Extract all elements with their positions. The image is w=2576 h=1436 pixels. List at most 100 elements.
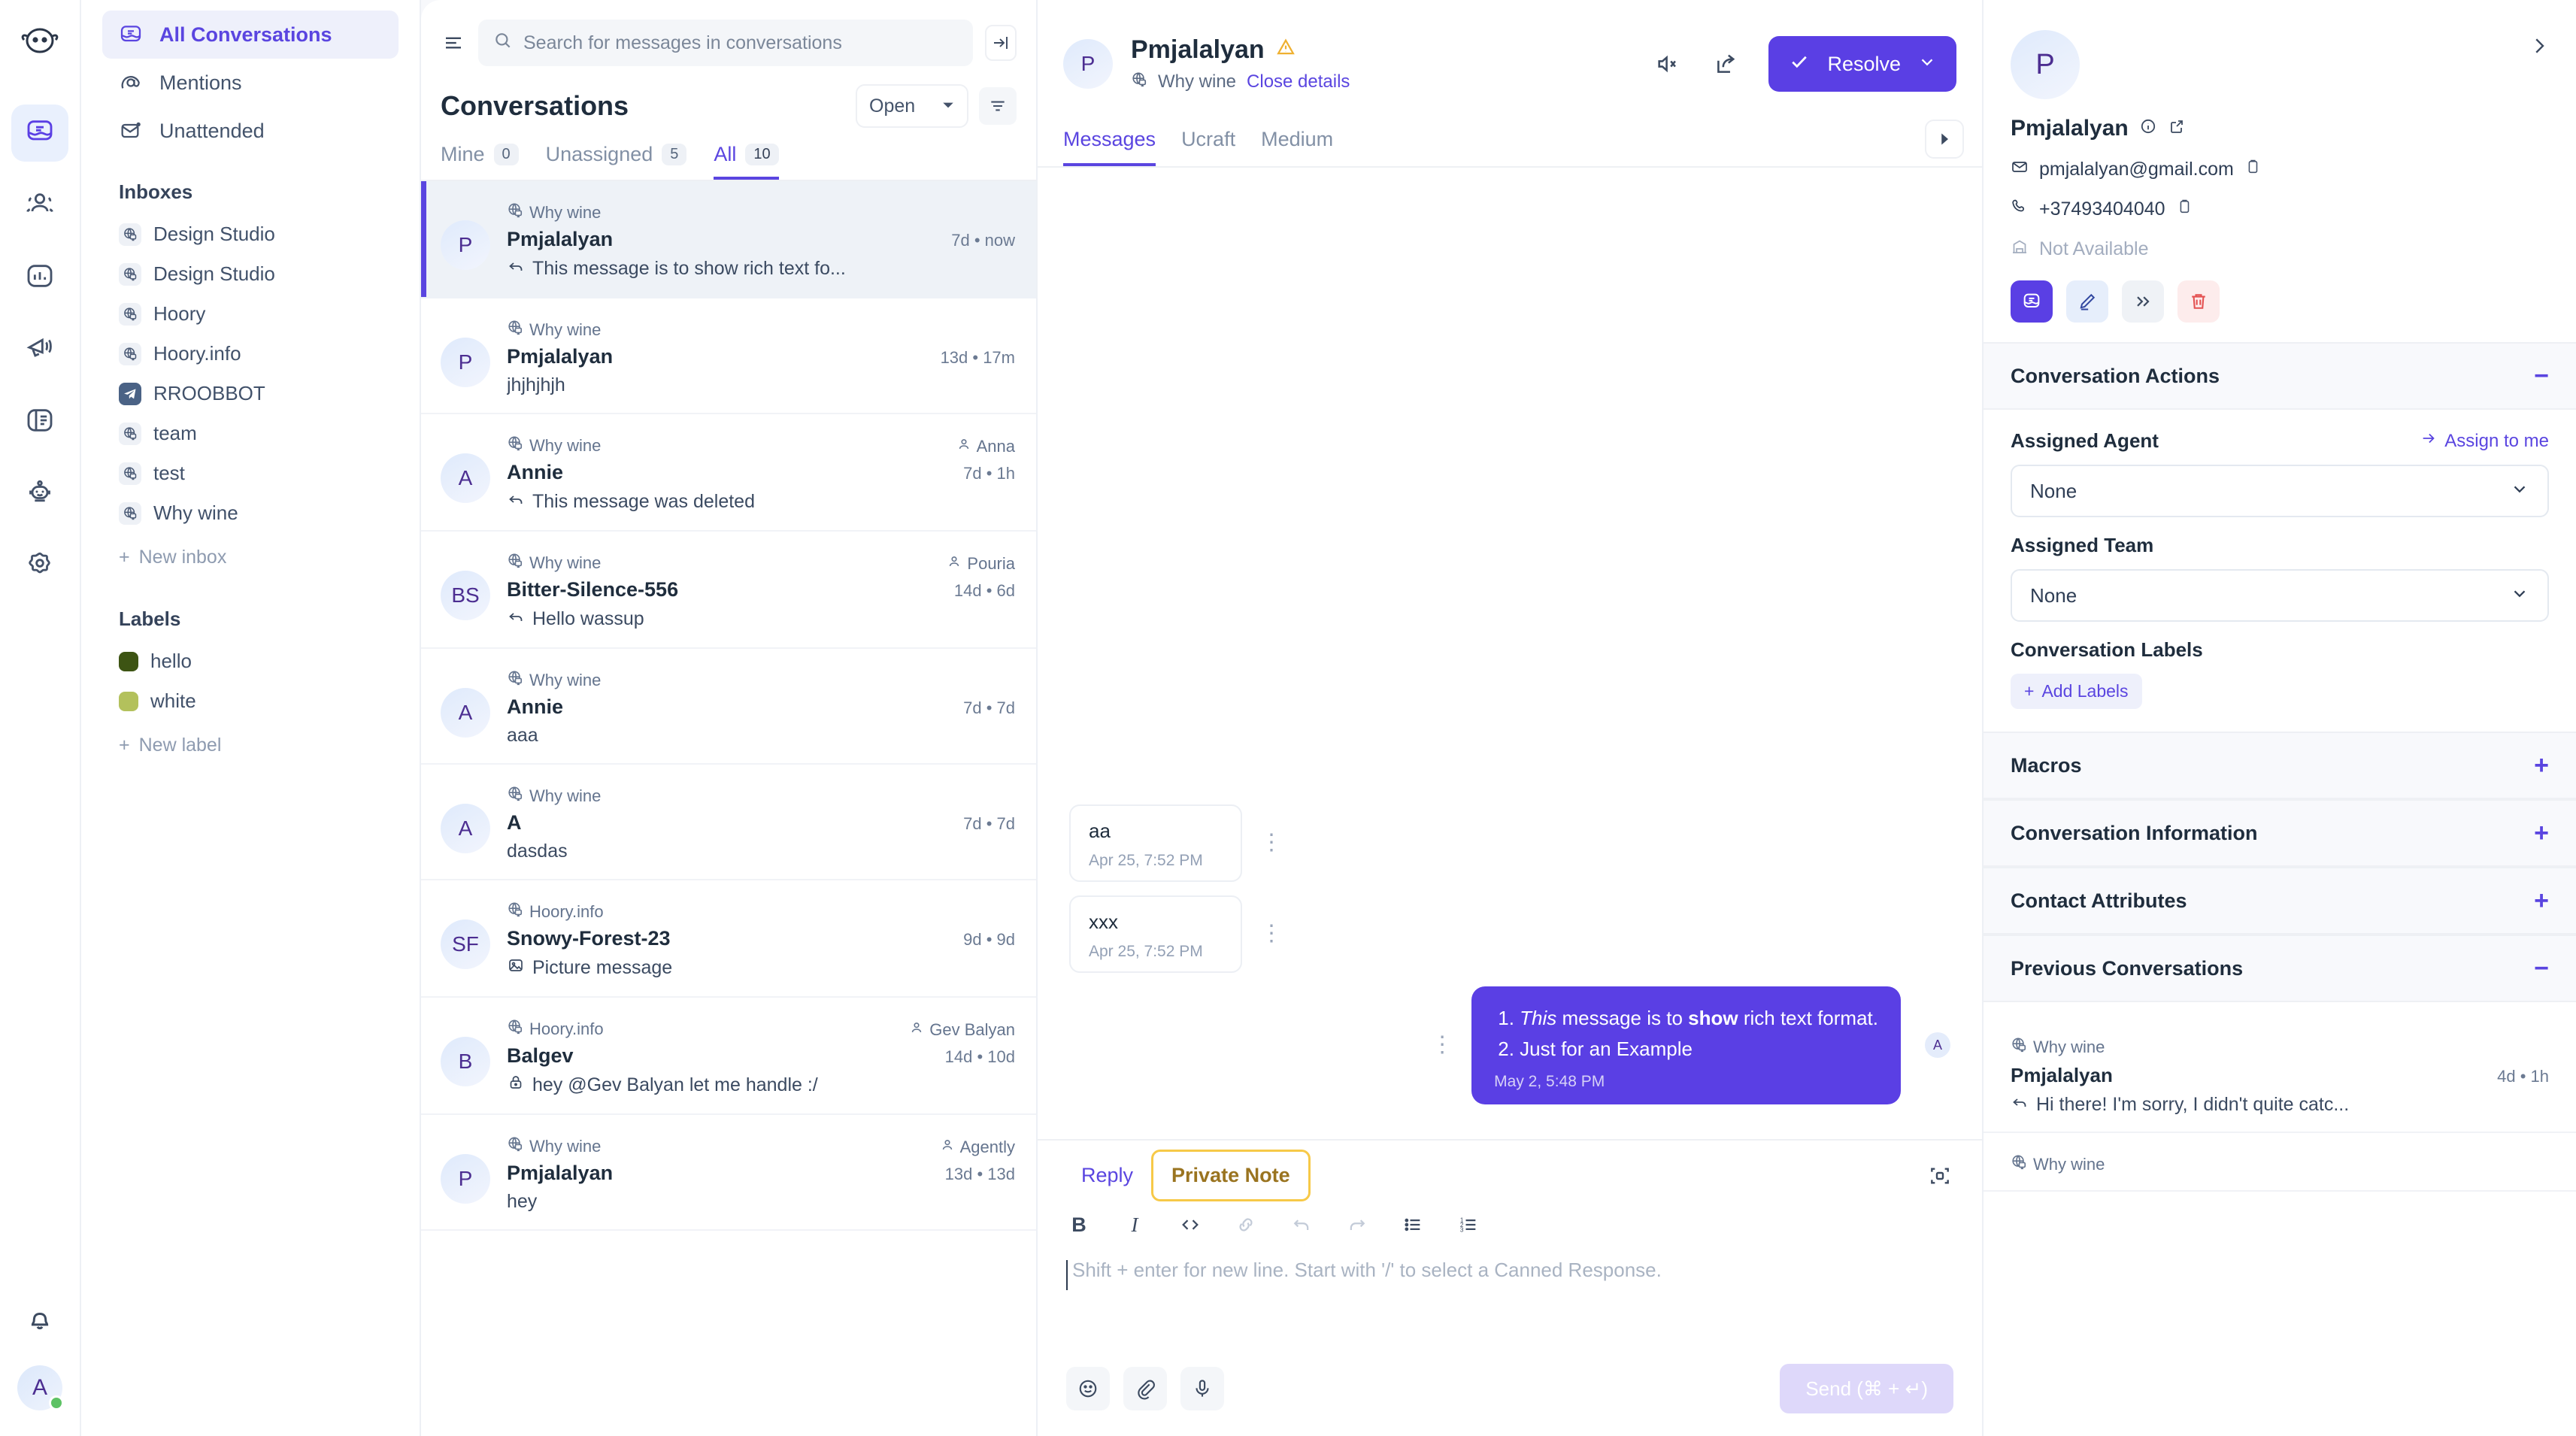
chevron-right-icon[interactable] bbox=[2528, 35, 2550, 61]
tab-mine[interactable]: Mine 0 bbox=[441, 143, 519, 180]
notifications-bell-icon[interactable] bbox=[24, 1303, 56, 1338]
delete-contact-button[interactable] bbox=[2177, 280, 2220, 323]
conversation-labels-label: Conversation Labels bbox=[2011, 638, 2203, 661]
rail-item-settings[interactable] bbox=[11, 538, 68, 595]
copy-icon[interactable] bbox=[2244, 159, 2261, 180]
edit-contact-button[interactable] bbox=[2066, 280, 2108, 323]
section-macros[interactable]: Macros + bbox=[1984, 732, 2576, 799]
rail-item-bot[interactable] bbox=[11, 465, 68, 523]
conversation-list-item[interactable]: P Why wine Agently Pmjalalyan 13d • 13d hey bbox=[421, 1115, 1036, 1231]
sidebar-inbox-why-wine[interactable]: Why wine bbox=[81, 493, 420, 533]
sidebar-item-mentions[interactable]: Mentions bbox=[102, 59, 399, 107]
labels-section-title: Labels bbox=[119, 607, 181, 630]
conversation-list-item[interactable]: SF Hoory.info Snowy-Forest-23 9d • 9d Pictur… bbox=[421, 880, 1036, 998]
mute-speaker-icon[interactable] bbox=[1651, 47, 1684, 80]
sidebar-inbox-design-studio-2[interactable]: Design Studio bbox=[81, 254, 420, 294]
assign-to-me-button[interactable]: Assign to me bbox=[2420, 430, 2549, 452]
new-inbox-button[interactable]: + New inbox bbox=[81, 533, 420, 582]
preview-text: This message was deleted bbox=[532, 491, 755, 512]
resolve-button[interactable]: Resolve bbox=[1768, 36, 1956, 92]
sidebar-inbox-design-studio-1[interactable]: Design Studio bbox=[81, 214, 420, 254]
message-menu-icon[interactable]: ⋮ bbox=[1431, 1034, 1453, 1056]
rail-item-portal[interactable] bbox=[11, 393, 68, 450]
conversation-list-item[interactable]: BS Why wine Pouria Bitter-Silence-556 14d • … bbox=[421, 532, 1036, 649]
code-icon[interactable] bbox=[1177, 1212, 1203, 1238]
copy-icon[interactable] bbox=[2176, 198, 2193, 220]
message-menu-icon[interactable]: ⋮ bbox=[1260, 832, 1283, 854]
status-filter-select[interactable]: Open bbox=[856, 84, 968, 128]
sort-lines-icon[interactable] bbox=[441, 30, 466, 56]
previous-conversation-item[interactable]: Why wine Pmjalalyan 4d • 1h Hi there! I'… bbox=[1984, 1016, 2576, 1133]
external-link-icon[interactable] bbox=[2168, 116, 2186, 141]
chat-tab-messages[interactable]: Messages bbox=[1063, 128, 1156, 166]
microphone-icon[interactable] bbox=[1180, 1367, 1224, 1410]
info-circle-icon[interactable] bbox=[2139, 116, 2157, 141]
expand-toggle-icon[interactable]: + bbox=[2534, 753, 2549, 778]
bold-icon[interactable]: B bbox=[1066, 1212, 1092, 1238]
chat-tabs-next-button[interactable] bbox=[1925, 120, 1964, 159]
merge-contact-button[interactable] bbox=[2122, 280, 2164, 323]
rail-item-conversations[interactable] bbox=[11, 105, 68, 162]
collapse-toggle-icon[interactable]: − bbox=[2534, 363, 2549, 389]
sidebar-inbox-team[interactable]: team bbox=[81, 414, 420, 453]
collapse-toggle-icon[interactable]: − bbox=[2534, 956, 2549, 981]
chevron-down-icon[interactable] bbox=[1917, 52, 1937, 77]
previous-conversation-item[interactable]: Why wine bbox=[1984, 1133, 2576, 1192]
add-labels-button[interactable]: + Add Labels bbox=[2011, 674, 2142, 709]
emoji-icon[interactable] bbox=[1066, 1367, 1110, 1410]
italic-icon[interactable]: I bbox=[1122, 1212, 1147, 1238]
conversation-list-item[interactable]: P Why wine Pmjalalyan 13d • 17m jhjhjhjh bbox=[421, 298, 1036, 414]
hoory-logo-icon[interactable] bbox=[19, 20, 61, 65]
message-input[interactable]: Shift + enter for new line. Start with '… bbox=[1038, 1242, 1982, 1347]
expand-icon[interactable] bbox=[1923, 1159, 1956, 1192]
search-input[interactable]: Search for messages in conversations bbox=[478, 20, 973, 66]
assigned-agent-select[interactable]: None bbox=[2011, 465, 2549, 517]
sidebar-inbox-hoory[interactable]: Hoory bbox=[81, 294, 420, 334]
sidebar-item-all-conversations[interactable]: All Conversations bbox=[102, 11, 399, 59]
sidebar-label-white[interactable]: white bbox=[81, 681, 420, 721]
conversation-preview: dasdas bbox=[507, 841, 1015, 862]
attachment-icon[interactable] bbox=[1123, 1367, 1167, 1410]
share-icon[interactable] bbox=[1710, 47, 1743, 80]
collapse-panel-icon[interactable] bbox=[985, 25, 1017, 61]
chat-tab-medium[interactable]: Medium bbox=[1261, 128, 1333, 166]
message-menu-icon[interactable]: ⋮ bbox=[1260, 922, 1283, 945]
sidebar-item-unattended[interactable]: Unattended bbox=[102, 107, 399, 155]
section-previous-conversations[interactable]: Previous Conversations − bbox=[1984, 935, 2576, 1002]
bullet-list-icon[interactable] bbox=[1400, 1212, 1426, 1238]
redo-icon[interactable] bbox=[1344, 1212, 1370, 1238]
new-label-button[interactable]: + New label bbox=[81, 721, 420, 770]
editor-tab-private-note[interactable]: Private Note bbox=[1151, 1150, 1311, 1201]
user-avatar[interactable]: A bbox=[17, 1365, 64, 1410]
sidebar-inbox-test[interactable]: test bbox=[81, 453, 420, 493]
new-conversation-button[interactable] bbox=[2011, 280, 2053, 323]
chat-tab-ucraft[interactable]: Ucraft bbox=[1181, 128, 1235, 166]
numbered-list-icon[interactable]: 1 2 3 bbox=[1456, 1212, 1481, 1238]
expand-toggle-icon[interactable]: + bbox=[2534, 820, 2549, 846]
sidebar-inbox-hoory-info[interactable]: Hoory.info bbox=[81, 334, 420, 374]
expand-toggle-icon[interactable]: + bbox=[2534, 888, 2549, 913]
close-details-button[interactable]: Close details bbox=[1247, 71, 1350, 92]
conversation-list-item[interactable]: A Why wine A 7d • 7d dasdas bbox=[421, 765, 1036, 880]
section-conversation-actions[interactable]: Conversation Actions − bbox=[1984, 342, 2576, 410]
search-icon bbox=[493, 31, 513, 56]
link-icon[interactable] bbox=[1233, 1212, 1259, 1238]
conversation-list-item[interactable]: P Why wine Pmjalalyan 7d • now This message … bbox=[421, 181, 1036, 298]
section-conversation-information[interactable]: Conversation Information + bbox=[1984, 799, 2576, 867]
assigned-team-select[interactable]: None bbox=[2011, 569, 2549, 622]
sidebar-inbox-rroobbot[interactable]: RROOBBOT bbox=[81, 374, 420, 414]
rail-item-reports[interactable] bbox=[11, 249, 68, 306]
send-button[interactable]: Send (⌘ + ↵) bbox=[1780, 1364, 1953, 1413]
sidebar-label-hello[interactable]: hello bbox=[81, 641, 420, 681]
rail-item-contacts[interactable] bbox=[11, 177, 68, 234]
undo-icon[interactable] bbox=[1289, 1212, 1314, 1238]
tab-all[interactable]: All 10 bbox=[714, 143, 779, 180]
editor-tab-reply[interactable]: Reply bbox=[1063, 1152, 1151, 1199]
section-contact-attributes[interactable]: Contact Attributes + bbox=[1984, 867, 2576, 935]
tab-unassigned[interactable]: Unassigned 5 bbox=[546, 143, 687, 180]
rail-item-campaigns[interactable] bbox=[11, 321, 68, 378]
conversation-list-item[interactable]: B Hoory.info Gev Balyan Balgev 14d • 10d hey … bbox=[421, 998, 1036, 1115]
conversation-list-item[interactable]: A Why wine Annie 7d • 7d aaa bbox=[421, 649, 1036, 765]
conversation-list-item[interactable]: A Why wine Anna Annie 7d • 1h This message wa… bbox=[421, 414, 1036, 532]
filter-button[interactable] bbox=[979, 87, 1017, 125]
